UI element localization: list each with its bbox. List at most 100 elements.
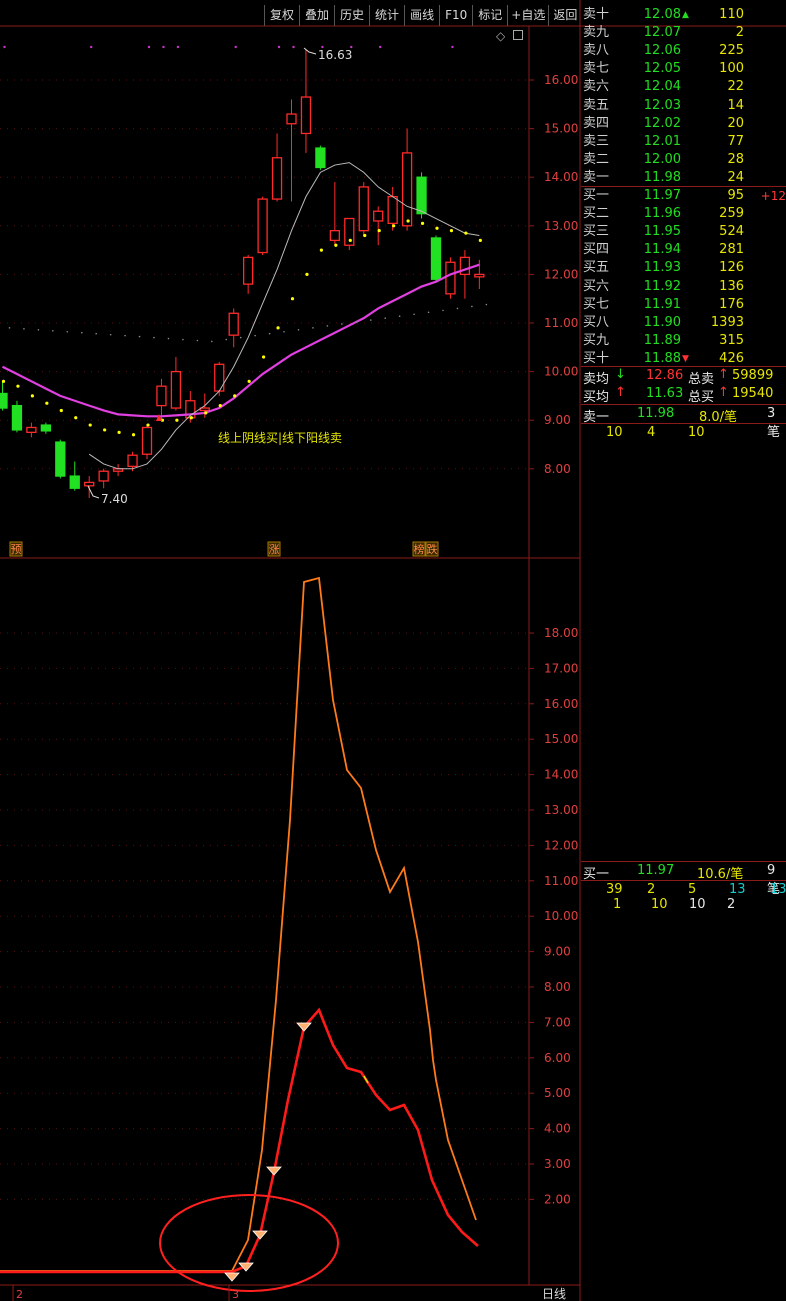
- queue2-order: 13: [770, 882, 786, 897]
- bid-row[interactable]: 买四 11.94 281: [581, 241, 786, 259]
- bid-row[interactable]: 买一 11.97 95 +12: [581, 187, 786, 205]
- candle-body: [141, 426, 153, 455]
- ma-dotted-point: [52, 329, 54, 332]
- ask-row[interactable]: 卖七 12.05 100: [581, 60, 786, 78]
- level-qty: 315: [719, 332, 744, 348]
- bid-row[interactable]: 买五 11.93 126: [581, 259, 786, 277]
- ma-dotted-point: [398, 315, 401, 317]
- add-watchlist-button[interactable]: +自选: [507, 5, 548, 26]
- candle-body: [214, 363, 225, 392]
- sub-y-tick-label: 17.00: [544, 661, 578, 675]
- signal-dot: [176, 45, 180, 49]
- candle-body: [11, 404, 23, 431]
- up-arrow-icon: ▲: [682, 10, 689, 20]
- level-price: 11.95: [643, 224, 681, 240]
- level-label: 买二: [583, 206, 610, 222]
- queue2-order: 10: [651, 897, 668, 912]
- level-qty: 281: [719, 242, 744, 258]
- sub-y-tick-label: 18.00: [544, 626, 578, 640]
- level-price: 11.94: [643, 242, 681, 258]
- history-button[interactable]: 历史: [334, 5, 369, 26]
- back-button[interactable]: 返回: [548, 5, 581, 26]
- ask-row[interactable]: 卖四 12.02 20: [581, 115, 786, 133]
- candle-body: [416, 176, 427, 215]
- ma-dotted-point: [211, 340, 213, 343]
- draw-line-button[interactable]: 画线: [404, 5, 439, 26]
- restore-rights-button[interactable]: 复权: [264, 5, 299, 26]
- sar-dot: [363, 233, 367, 238]
- bid-row[interactable]: 买六 11.92 136: [581, 278, 786, 296]
- ask-row[interactable]: 卖八 12.06 225: [581, 42, 786, 60]
- level-qty: 225: [719, 43, 744, 59]
- bid-row[interactable]: 买七 11.91 176: [581, 296, 786, 314]
- diamond-icon[interactable]: ◇: [496, 29, 505, 43]
- ma-dotted-point: [124, 334, 126, 337]
- level-label: 买六: [583, 278, 610, 294]
- signal-dot: [90, 45, 93, 49]
- sub-y-tick-label: 7.00: [544, 1015, 571, 1029]
- sub-y-tick-label: 13.00: [544, 803, 578, 817]
- ma-dotted-point: [456, 307, 459, 310]
- queue2-order: 2: [647, 882, 656, 897]
- signal-dot: [292, 45, 295, 49]
- level-label: 买一: [583, 188, 610, 203]
- overlay-button[interactable]: 叠加: [299, 5, 334, 26]
- level-label: 卖九: [583, 25, 610, 41]
- high-price-label: 16.63: [318, 48, 352, 62]
- level-qty: 176: [719, 296, 744, 312]
- queue2-order: 2: [727, 897, 736, 912]
- ask-row[interactable]: 卖十 12.08 ▲ 110: [581, 6, 786, 24]
- x-label: 3: [232, 1288, 239, 1301]
- ask-row[interactable]: 卖六 12.04 22: [581, 78, 786, 96]
- sub-y-tick-label: 12.00: [544, 838, 578, 852]
- queue2-order: 1: [613, 897, 622, 912]
- signal-dot: [147, 45, 151, 49]
- level-price: 11.97: [643, 188, 681, 203]
- bid-row[interactable]: 买八 11.90 1393: [581, 314, 786, 332]
- sar-dot: [420, 221, 425, 225]
- candle-body: [329, 230, 341, 242]
- bid-row[interactable]: 买二 11.96 259: [581, 205, 786, 223]
- sar-dot: [30, 394, 34, 398]
- sar-dot: [464, 231, 468, 235]
- ma-dotted-point: [312, 327, 314, 329]
- statistics-button[interactable]: 统计: [369, 5, 404, 26]
- candle-body: [40, 424, 51, 432]
- level-price: 12.01: [643, 133, 681, 149]
- sub-y-tick-label: 4.00: [544, 1122, 571, 1136]
- ask-row[interactable]: 卖二 12.00 28: [581, 151, 786, 169]
- level-price: 12.08: [643, 7, 681, 22]
- sar-dot: [1, 379, 6, 383]
- level-label: 卖七: [583, 61, 610, 77]
- ma-dotted-point: [355, 321, 358, 323]
- ask-row[interactable]: 卖一 11.98 24: [581, 169, 786, 187]
- bid-row[interactable]: 买三 11.95 524: [581, 223, 786, 241]
- candle-body: [127, 454, 138, 468]
- ask-row[interactable]: 卖五 12.03 14: [581, 97, 786, 115]
- ma-dotted-point: [196, 339, 199, 342]
- ma-dotted-point: [471, 305, 473, 308]
- ask-row[interactable]: 卖三 12.01 77: [581, 133, 786, 151]
- f10-button[interactable]: F10: [439, 5, 472, 26]
- book-separator: [581, 880, 786, 881]
- level-price: 12.06: [643, 43, 681, 59]
- ma-dotted-point: [109, 333, 112, 336]
- sell-avg-value: 12.86: [646, 368, 684, 383]
- queue2-price: 11.97: [637, 863, 675, 878]
- level-qty: 259: [719, 206, 744, 222]
- signal-dot: [277, 45, 281, 49]
- mark-button[interactable]: 标记: [472, 5, 507, 26]
- ma-dotted-point: [239, 336, 242, 339]
- window-toggle-icon[interactable]: [513, 30, 523, 40]
- ma-dotted-point: [182, 338, 184, 341]
- bid-row[interactable]: 买九 11.89 315: [581, 332, 786, 350]
- up-arrow-icon: ↑: [718, 367, 729, 382]
- ask-row[interactable]: 卖九 12.07 2: [581, 24, 786, 42]
- sar-dot: [348, 238, 352, 242]
- book-separator: [581, 423, 786, 424]
- signal-dot: [3, 45, 6, 49]
- candle-body: [55, 441, 66, 477]
- candle-body: [84, 481, 95, 487]
- ma-dotted-point: [283, 330, 285, 333]
- low-price-label: 7.40: [101, 492, 128, 506]
